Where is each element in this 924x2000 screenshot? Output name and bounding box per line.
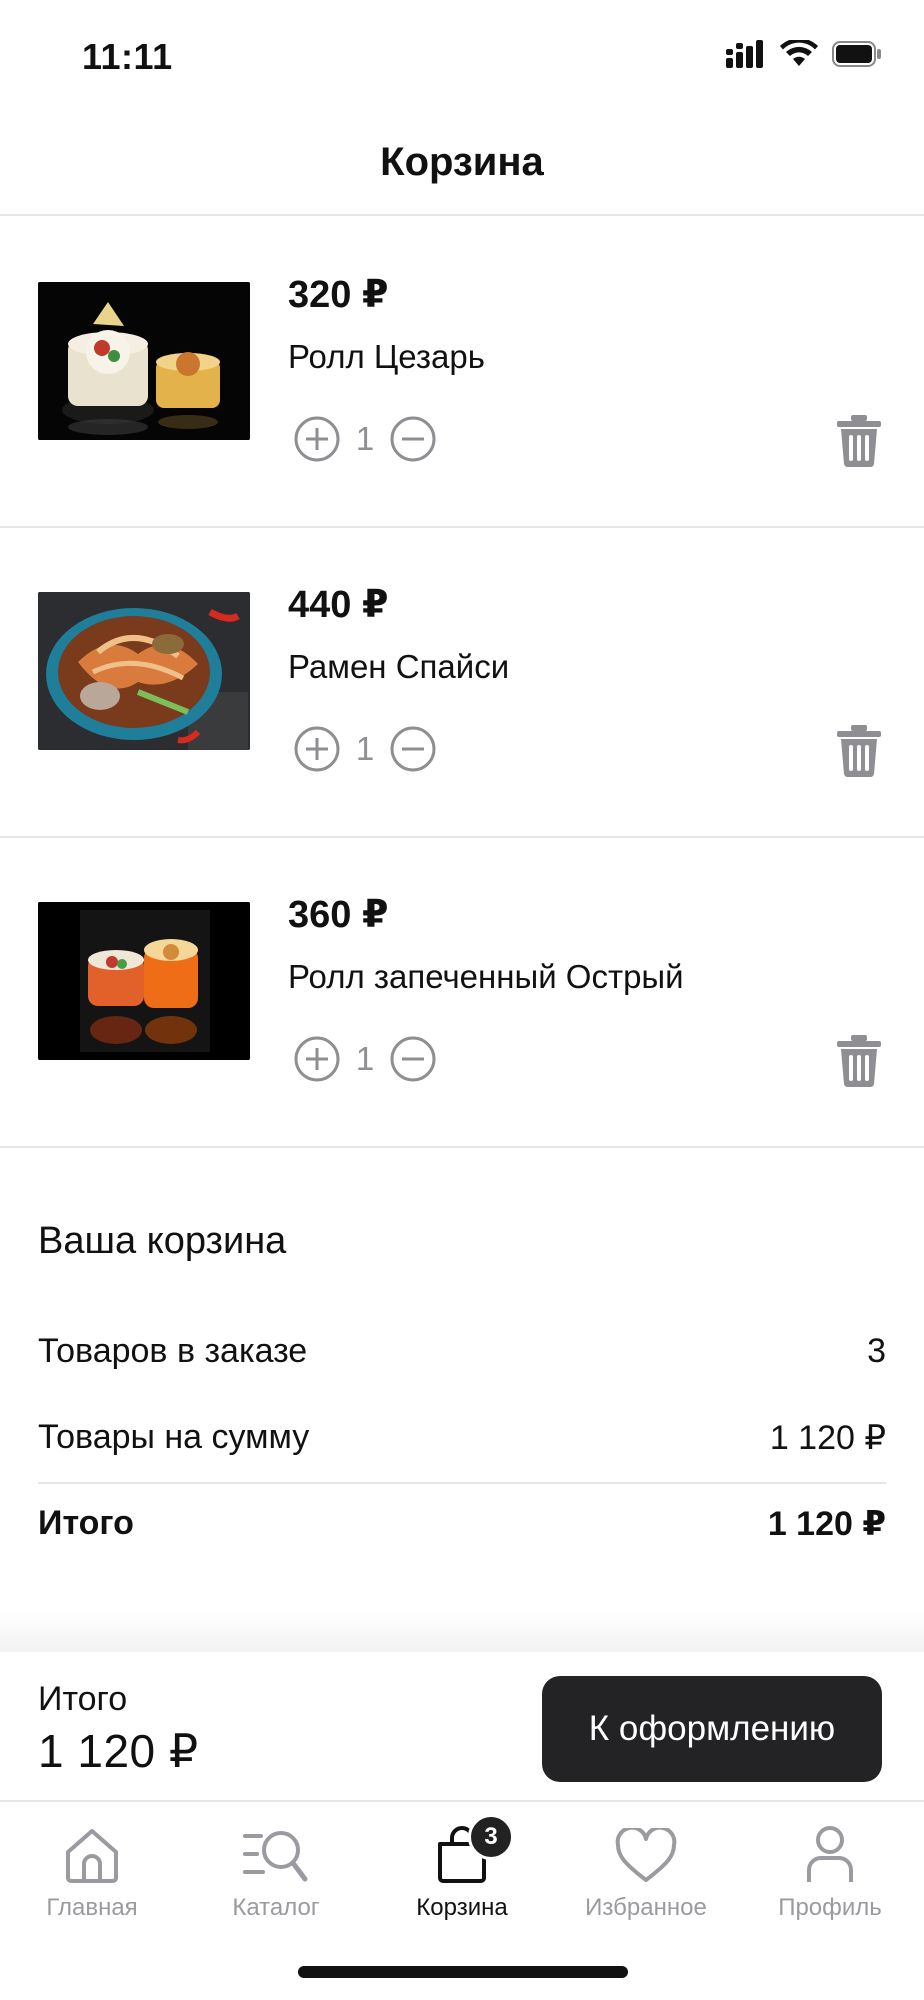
- product-image-ramen-spicy[interactable]: [38, 592, 250, 750]
- item-name: Ролл Цезарь: [288, 338, 485, 375]
- item-name: Рамен Спайси: [288, 648, 510, 685]
- items-count-row: Товаров в заказе 3: [38, 1332, 886, 1371]
- cart-item: 320 ₽ Ролл Цезарь 1: [0, 218, 924, 528]
- tab-label: Каталог: [232, 1894, 320, 1921]
- decrease-quantity-button[interactable]: [390, 726, 436, 772]
- checkout-button[interactable]: К оформлению: [542, 1676, 882, 1782]
- decrease-quantity-button[interactable]: [390, 416, 436, 462]
- quantity-stepper: 1: [294, 416, 436, 462]
- tab-favorites[interactable]: Избранное: [554, 1814, 738, 1924]
- plus-circle-icon: [294, 416, 340, 462]
- increase-quantity-button[interactable]: [294, 1036, 340, 1082]
- delete-item-button[interactable]: [834, 414, 884, 468]
- cellular-signal-icon: [726, 40, 766, 73]
- scroll-fade: [0, 1610, 924, 1654]
- minus-circle-icon: [390, 1036, 436, 1082]
- quantity-stepper: 1: [294, 1036, 436, 1082]
- tab-home[interactable]: Главная: [0, 1814, 184, 1924]
- cart-list: 320 ₽ Ролл Цезарь 1 440 ₽ Рамен Спайси 1…: [0, 218, 924, 1148]
- checkout-total-value: 1 120 ₽: [38, 1725, 199, 1777]
- delete-item-button[interactable]: [834, 1034, 884, 1088]
- status-icons: [726, 38, 882, 73]
- tab-cart[interactable]: 3 Корзина: [370, 1814, 554, 1924]
- cart-item: 360 ₽ Ролл запеченный Острый 1: [0, 838, 924, 1148]
- item-price: 440 ₽: [288, 584, 389, 626]
- summary-divider: [38, 1482, 886, 1484]
- status-time: 11:11: [82, 36, 173, 77]
- wifi-icon: [780, 38, 818, 73]
- bag-icon: 3: [370, 1814, 554, 1884]
- tab-label: Главная: [46, 1894, 138, 1921]
- total-row: Итого 1 120 ₽: [38, 1504, 886, 1544]
- home-icon: [0, 1814, 184, 1884]
- plus-circle-icon: [294, 726, 340, 772]
- trash-icon: [837, 415, 881, 468]
- subtotal-row: Товары на сумму 1 120 ₽: [38, 1418, 886, 1458]
- trash-icon: [837, 725, 881, 778]
- cart-item: 440 ₽ Рамен Спайси 1: [0, 528, 924, 838]
- decrease-quantity-button[interactable]: [390, 1036, 436, 1082]
- tab-label: Профиль: [778, 1894, 882, 1921]
- product-image-baked-spicy-roll[interactable]: [38, 902, 250, 1060]
- quantity-value: 1: [355, 730, 375, 767]
- total-value: 1 120 ₽: [767, 1505, 886, 1543]
- home-indicator[interactable]: [298, 1966, 628, 1978]
- quantity-value: 1: [355, 1040, 375, 1077]
- increase-quantity-button[interactable]: [294, 416, 340, 462]
- checkout-total-label: Итого: [38, 1680, 128, 1718]
- items-count-value: 3: [867, 1332, 886, 1370]
- checkout-bar: Итого 1 120 ₽ К оформлению: [0, 1652, 924, 1802]
- cart-summary: Ваша корзина Товаров в заказе 3 Товары н…: [38, 1220, 886, 1543]
- plus-circle-icon: [294, 1036, 340, 1082]
- item-name: Ролл запеченный Острый: [288, 958, 684, 995]
- heart-icon: [554, 1814, 738, 1884]
- items-count-label: Товаров в заказе: [38, 1332, 308, 1370]
- page-header: Корзина: [0, 110, 924, 216]
- page-title: Корзина: [380, 140, 544, 184]
- subtotal-label: Товары на сумму: [38, 1418, 310, 1456]
- status-bar: 11:11: [0, 0, 924, 110]
- catalog-search-icon: [184, 1814, 368, 1884]
- item-price: 320 ₽: [288, 274, 389, 316]
- total-label: Итого: [38, 1504, 134, 1542]
- minus-circle-icon: [390, 726, 436, 772]
- subtotal-value: 1 120 ₽: [769, 1419, 886, 1457]
- summary-title: Ваша корзина: [38, 1220, 287, 1262]
- trash-icon: [837, 1035, 881, 1088]
- quantity-stepper: 1: [294, 726, 436, 772]
- cart-badge: 3: [468, 1814, 514, 1860]
- tab-label: Избранное: [585, 1894, 707, 1921]
- product-image-roll-caesar[interactable]: [38, 282, 250, 440]
- profile-icon: [738, 1814, 922, 1884]
- battery-icon: [832, 41, 882, 72]
- tab-catalog[interactable]: Каталог: [184, 1814, 368, 1924]
- quantity-value: 1: [355, 420, 375, 457]
- delete-item-button[interactable]: [834, 724, 884, 778]
- minus-circle-icon: [390, 416, 436, 462]
- item-price: 360 ₽: [288, 894, 389, 936]
- tab-profile[interactable]: Профиль: [738, 1814, 922, 1924]
- increase-quantity-button[interactable]: [294, 726, 340, 772]
- tab-label: Корзина: [416, 1894, 508, 1921]
